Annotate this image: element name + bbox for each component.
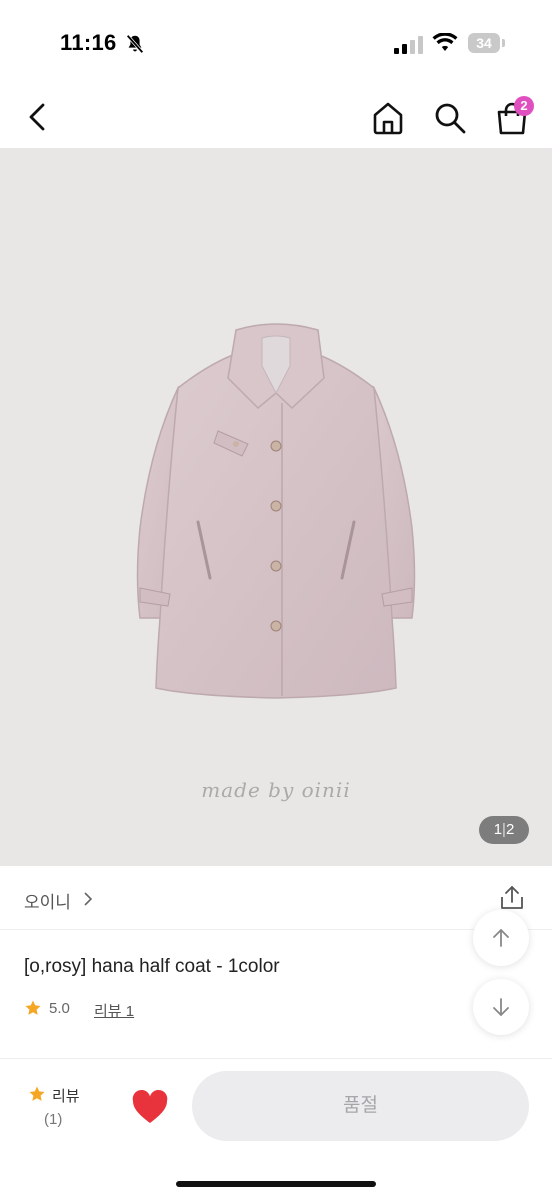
review-link[interactable]: 리뷰 1 (94, 1000, 134, 1021)
chevron-right-icon[interactable] (82, 892, 94, 906)
review-tab[interactable]: 리뷰 (1) (20, 1081, 86, 1133)
product-image[interactable]: made by oinii 1|2 (0, 148, 552, 866)
review-tab-count: (1) (44, 1111, 63, 1128)
arrow-down-icon (493, 998, 509, 1016)
home-icon[interactable] (370, 100, 406, 136)
product-title: [o,rosy] hana half coat - 1color (24, 956, 280, 977)
coat-photo (136, 323, 416, 699)
star-icon (25, 1000, 41, 1015)
battery-icon: 34 (468, 33, 500, 53)
page-current: 1 (493, 821, 503, 838)
arrow-up-icon (493, 929, 509, 947)
battery-tip (502, 39, 505, 47)
bottom-action-bar: 리뷰 (1) 품절 (0, 1059, 552, 1200)
status-bar: 11:16 34 (0, 0, 552, 84)
soldout-button[interactable]: 품절 (192, 1071, 529, 1141)
heart-icon[interactable] (130, 1089, 170, 1125)
scroll-top-button[interactable] (473, 910, 529, 966)
bell-slash-icon (126, 34, 144, 54)
home-indicator (176, 1181, 376, 1187)
cart-count-badge: 2 (514, 96, 534, 116)
back-icon[interactable] (22, 100, 54, 134)
wifi-icon (432, 33, 458, 51)
review-tab-label: 리뷰 (52, 1088, 80, 1105)
rating-value: 5.0 (49, 1000, 70, 1017)
page-total: 2 (505, 821, 515, 838)
status-time: 11:16 (60, 30, 117, 55)
watermark: made by oinii (201, 778, 351, 802)
nav-bar (0, 84, 552, 148)
image-page-counter: 1|2 (479, 816, 529, 844)
scroll-bottom-button[interactable] (473, 979, 529, 1035)
brand-name[interactable]: 오이니 (24, 888, 71, 913)
star-icon (29, 1086, 45, 1101)
search-icon[interactable] (432, 100, 468, 136)
share-icon[interactable] (498, 884, 526, 912)
brand-row: 오이니 (0, 866, 552, 930)
signal-icon (394, 36, 423, 54)
